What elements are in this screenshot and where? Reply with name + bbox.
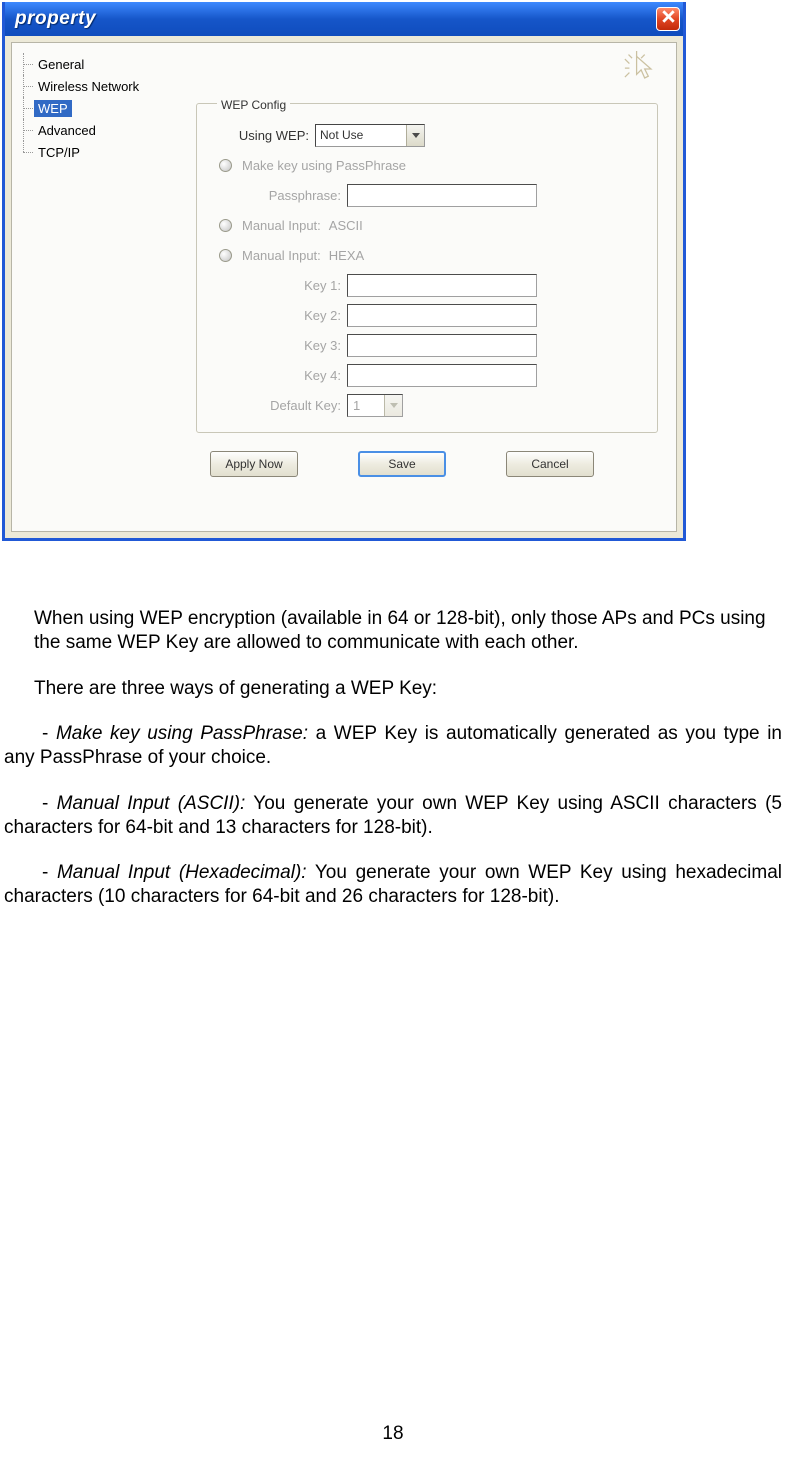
close-button[interactable] (656, 7, 680, 31)
sidebar-item-wireless-network[interactable]: Wireless Network (20, 75, 186, 97)
chevron-down-icon (384, 395, 402, 416)
apply-now-button[interactable]: Apply Now (210, 451, 298, 477)
property-window: property General Wireless Network WEP Ad… (2, 2, 686, 541)
doc-paragraph-2: There are three ways of generating a WEP… (4, 677, 782, 701)
key1-row: Key 1: (209, 270, 645, 300)
passphrase-row: Passphrase: (209, 180, 645, 210)
manual-hexa-row: Manual Input: HEXA (209, 240, 645, 270)
default-key-row: Default Key: 1 (209, 390, 645, 420)
manual-hexa-value: HEXA (329, 248, 364, 263)
manual-hexa-label: Manual Input: (242, 248, 321, 263)
key3-row: Key 3: (209, 330, 645, 360)
sidebar-item-wep[interactable]: WEP (20, 97, 186, 119)
sidebar-item-tcpip[interactable]: TCP/IP (20, 141, 186, 163)
chevron-down-icon (406, 125, 424, 146)
make-key-radio[interactable] (219, 159, 232, 172)
default-key-value: 1 (348, 398, 384, 413)
key3-label: Key 3: (209, 338, 347, 353)
sidebar-item-general[interactable]: General (20, 53, 186, 75)
manual-ascii-radio[interactable] (219, 219, 232, 232)
default-key-label: Default Key: (209, 398, 347, 413)
button-row: Apply Now Save Cancel (196, 443, 658, 487)
key4-row: Key 4: (209, 360, 645, 390)
make-key-row: Make key using PassPhrase (209, 150, 645, 180)
doc-paragraph-1: When using WEP encryption (available in … (4, 607, 782, 655)
passphrase-input[interactable] (347, 184, 537, 207)
key3-input[interactable] (347, 334, 537, 357)
close-icon (662, 10, 675, 28)
manual-ascii-row: Manual Input: ASCII (209, 210, 645, 240)
manual-ascii-value: ASCII (329, 218, 363, 233)
cancel-button[interactable]: Cancel (506, 451, 594, 477)
using-wep-row: Using WEP: Not Use (209, 120, 645, 150)
using-wep-dropdown[interactable]: Not Use (315, 124, 425, 147)
page-number: 18 (0, 1423, 786, 1445)
document-body-text: When using WEP encryption (available in … (0, 607, 786, 931)
key4-label: Key 4: (209, 368, 347, 383)
key2-row: Key 2: (209, 300, 645, 330)
window-body: General Wireless Network WEP Advanced TC… (11, 42, 677, 532)
main-panel: WEP Config Using WEP: Not Use Mak (186, 43, 676, 531)
doc-paragraph-4: - Manual Input (ASCII): You generate you… (4, 792, 782, 840)
save-button[interactable]: Save (358, 451, 446, 477)
key4-input[interactable] (347, 364, 537, 387)
default-key-dropdown[interactable]: 1 (347, 394, 403, 417)
key1-label: Key 1: (209, 278, 347, 293)
doc-paragraph-3: - Make key using PassPhrase: a WEP Key i… (4, 722, 782, 770)
key2-input[interactable] (347, 304, 537, 327)
make-key-label: Make key using PassPhrase (242, 158, 406, 173)
using-wep-value: Not Use (320, 128, 363, 142)
wep-config-fieldset: WEP Config Using WEP: Not Use Mak (196, 103, 658, 433)
doc-paragraph-5: - Manual Input (Hexadecimal): You genera… (4, 861, 782, 909)
passphrase-label: Passphrase: (209, 188, 347, 203)
title-bar[interactable]: property (5, 2, 683, 36)
sidebar-tree: General Wireless Network WEP Advanced TC… (12, 43, 186, 531)
fieldset-legend: WEP Config (217, 98, 290, 112)
sidebar-item-advanced[interactable]: Advanced (20, 119, 186, 141)
key1-input[interactable] (347, 274, 537, 297)
key2-label: Key 2: (209, 308, 347, 323)
window-title: property (15, 8, 96, 30)
using-wep-label: Using WEP: (209, 128, 315, 143)
manual-hexa-radio[interactable] (219, 249, 232, 262)
manual-ascii-label: Manual Input: (242, 218, 321, 233)
